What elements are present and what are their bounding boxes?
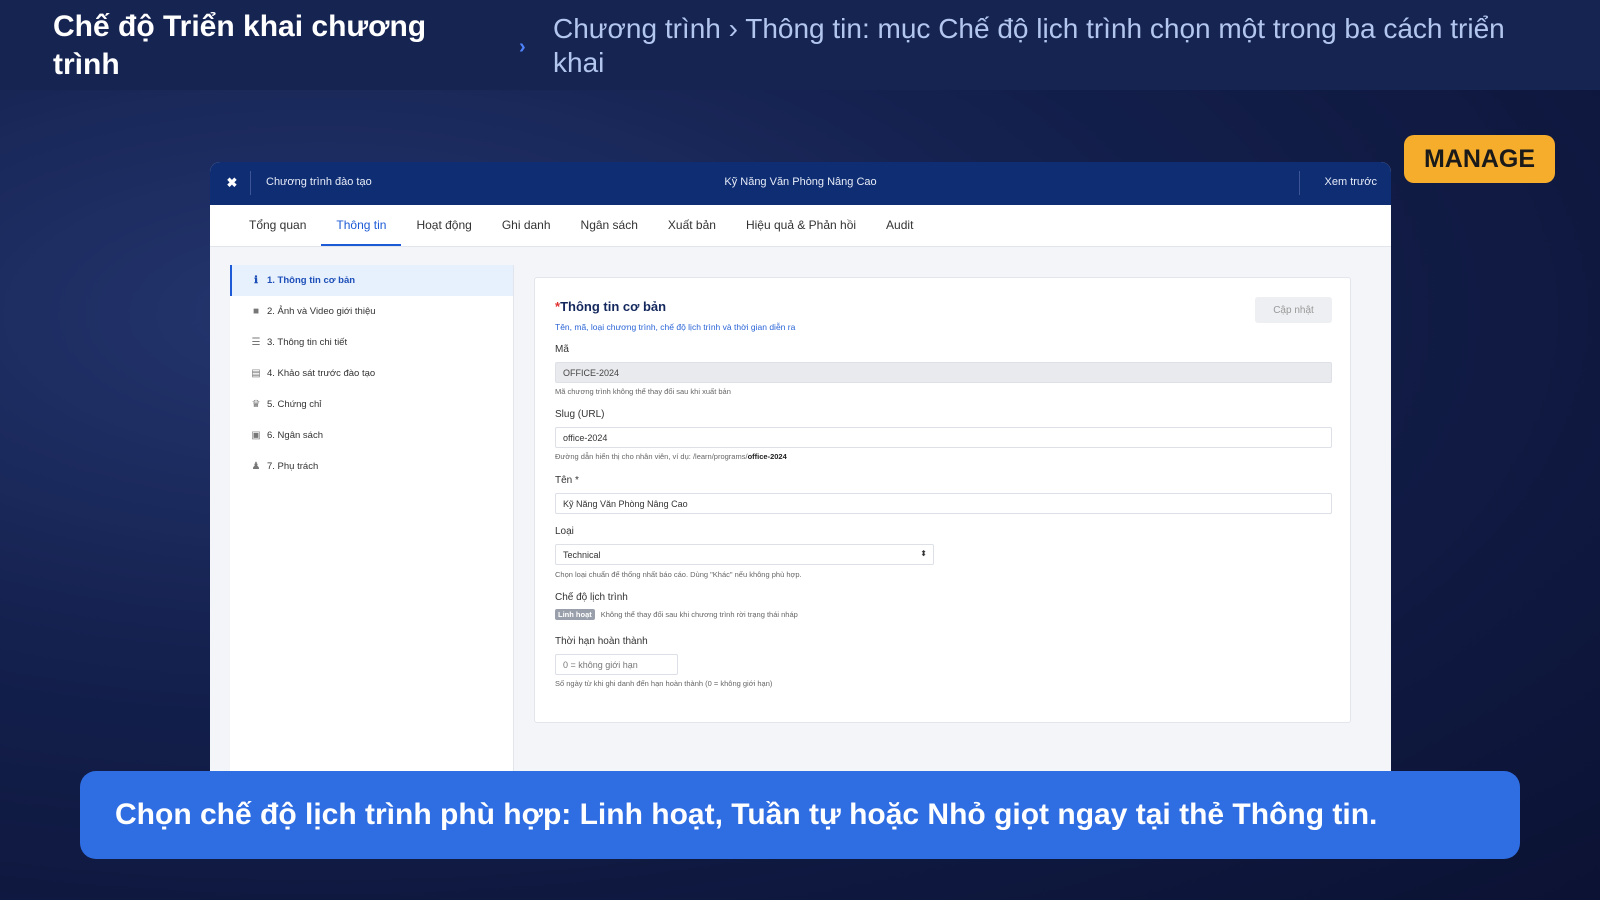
slug-label: Slug (URL)	[555, 409, 605, 420]
preview-button[interactable]: Xem trước	[1325, 176, 1377, 188]
trophy-icon: ♛	[251, 399, 261, 410]
tab-bar: Tổng quan Thông tin Hoạt động Ghi danh N…	[210, 205, 1391, 247]
schedule-mode-note: Không thể thay đổi sau khi chương trình …	[600, 610, 798, 619]
sidebar-item-label: 1. Thông tin cơ bản	[267, 275, 356, 286]
sidebar-item-certificate[interactable]: ♛ 5. Chứng chỉ	[230, 389, 513, 420]
video-camera-icon: ■	[252, 306, 260, 317]
app-window: ✖ Chương trình đào tạo Kỹ Năng Văn Phòng…	[210, 162, 1391, 782]
list-lines-icon: ☰	[251, 337, 261, 348]
name-field[interactable]: Kỹ Năng Văn Phòng Nâng Cao	[555, 493, 1332, 514]
sidebar-item-label: 7. Phụ trách	[267, 461, 319, 472]
card-title: *Thông tin cơ bản	[555, 299, 666, 314]
sidebar-item-media[interactable]: ■ 2. Ảnh và Video giới thiệu	[230, 296, 513, 327]
slug-hint: Đường dẫn hiển thị cho nhân viên, ví dụ:…	[555, 452, 787, 461]
caption-banner: Chọn chế độ lịch trình phù hợp: Linh hoạ…	[80, 771, 1520, 859]
sidebar-item-label: 5. Chứng chỉ	[267, 399, 322, 410]
code-label: Mã	[555, 344, 569, 355]
select-arrows-icon: ⬍	[920, 549, 927, 558]
slug-hint-example: office-2024	[747, 452, 787, 461]
schedule-mode-row: Linh hoạt Không thể thay đổi sau khi chươ…	[555, 609, 798, 620]
tutorial-title: Chế độ Triển khai chương trình	[53, 10, 427, 81]
info-icon: ℹ	[254, 275, 258, 286]
tab-budget[interactable]: Ngân sách	[566, 205, 653, 246]
sidebar-item-owners[interactable]: ♟ 7. Phụ trách	[230, 451, 513, 482]
sidebar-item-label: 4. Khảo sát trước đào tạo	[267, 368, 376, 379]
schedule-mode-label: Chế độ lịch trình	[555, 592, 628, 603]
type-label: Loại	[555, 526, 574, 537]
deadline-hint: Số ngày từ khi ghi danh đến hạn hoàn thà…	[555, 679, 773, 688]
deadline-field[interactable]: 0 = không giới hạn	[555, 654, 678, 675]
tab-info[interactable]: Thông tin	[321, 205, 402, 246]
type-hint: Chọn loại chuẩn để thống nhất báo cáo. D…	[555, 570, 802, 579]
type-select[interactable]: Technical ⬍	[555, 544, 934, 565]
calendar-wallet-icon: ▣	[251, 430, 261, 441]
tutorial-description: Chương trình › Thông tin: mục Chế độ lịc…	[553, 13, 1505, 78]
header-divider	[1299, 171, 1300, 195]
program-title: Kỹ Năng Văn Phòng Nâng Cao	[724, 176, 877, 188]
sidebar-item-label: 2. Ảnh và Video giới thiệu	[267, 306, 376, 317]
sidebar-item-budget[interactable]: ▣ 6. Ngân sách	[230, 420, 513, 451]
manage-badge: MANAGE	[1404, 135, 1555, 183]
deadline-label: Thời hạn hoàn thành	[555, 636, 648, 647]
sidebar-item-pre-survey[interactable]: ▤ 4. Khảo sát trước đào tạo	[230, 358, 513, 389]
basic-info-card: *Thông tin cơ bản Tên, mã, loại chương t…	[534, 277, 1351, 723]
users-icon: ♟	[251, 461, 261, 472]
sidebar-item-details[interactable]: ☰ 3. Thông tin chi tiết	[230, 327, 513, 358]
card-subtitle: Tên, mã, loại chương trình, chế độ lịch …	[555, 322, 796, 332]
slug-field[interactable]: office-2024	[555, 427, 1332, 448]
chevron-right-icon: ›	[519, 36, 526, 58]
tab-audit[interactable]: Audit	[871, 205, 928, 246]
sidebar-item-basic-info[interactable]: ℹ 1. Thông tin cơ bản	[230, 265, 513, 296]
section-sidebar: ℹ 1. Thông tin cơ bản ■ 2. Ảnh và Video …	[230, 265, 514, 782]
sidebar-item-label: 6. Ngân sách	[267, 430, 323, 441]
document-icon: ▤	[251, 368, 261, 379]
tutorial-header: Chế độ Triển khai chương trình › Chương …	[0, 0, 1600, 90]
tab-effectiveness-feedback[interactable]: Hiệu quả & Phản hồi	[731, 205, 871, 246]
type-select-value: Technical	[563, 549, 601, 560]
app-header: ✖ Chương trình đào tạo Kỹ Năng Văn Phòng…	[210, 162, 1391, 205]
update-button[interactable]: Cập nhật	[1255, 297, 1332, 323]
tab-activities[interactable]: Hoạt động	[401, 205, 486, 246]
tab-overview[interactable]: Tổng quan	[234, 205, 321, 246]
card-title-text: Thông tin cơ bản	[560, 299, 667, 314]
code-hint: Mã chương trình không thể thay đổi sau k…	[555, 387, 731, 396]
code-field: OFFICE-2024	[555, 362, 1332, 383]
sidebar-item-label: 3. Thông tin chi tiết	[267, 337, 348, 348]
name-label: Tên *	[555, 475, 579, 486]
tab-publish[interactable]: Xuất bản	[653, 205, 731, 246]
slug-hint-prefix: Đường dẫn hiển thị cho nhân viên, ví dụ:…	[555, 452, 748, 461]
schedule-mode-badge: Linh hoạt	[555, 609, 595, 620]
tab-enrollment[interactable]: Ghi danh	[487, 205, 566, 246]
